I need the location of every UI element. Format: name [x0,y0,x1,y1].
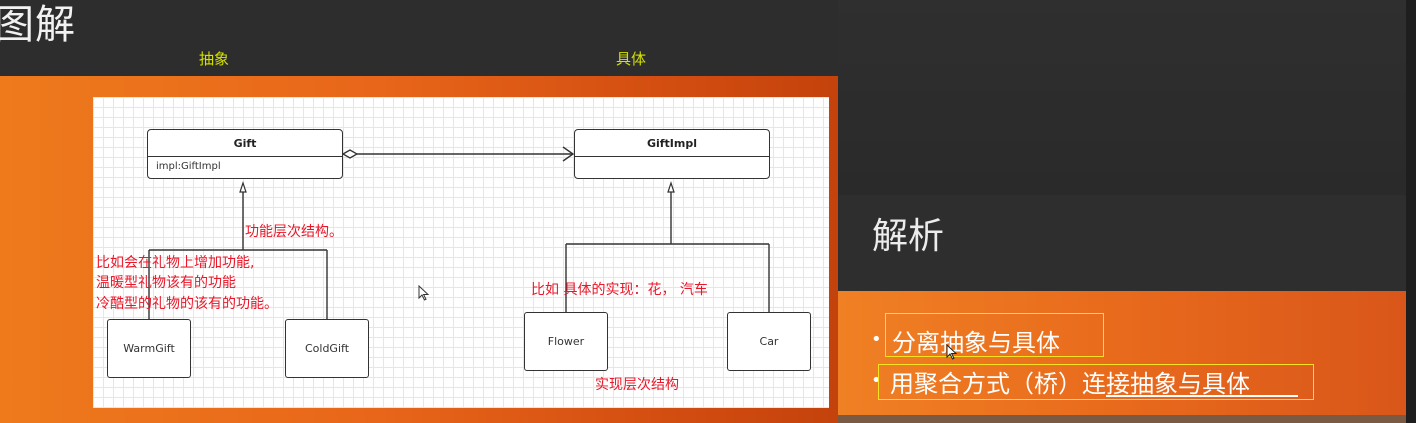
giftimpl-inheritance-triangle [667,181,675,193]
giftimpl-class: GiftImpl [574,129,770,179]
bullet-item-1: 分离抽象与具体 [892,329,1060,357]
window-edge [1406,0,1416,423]
blank-slide-area [838,0,1406,195]
example-note-line1: 比如会在礼物上增加功能, [96,255,255,271]
uml-canvas: Gift impl:GiftImpl GiftImpl WarmGift Col… [93,97,829,408]
gift-class: Gift impl:GiftImpl [147,129,343,179]
analysis-title: 解析 [872,216,945,257]
diagram-slide: 图解 抽象 具体 Gift impl:GiftImpl GiftImpl War… [0,0,838,423]
gift-inheritance-triangle [239,181,247,193]
slide-header: 图解 抽象 具体 [0,0,838,76]
car-class: Car [727,312,811,371]
concrete-label: 具体 [616,50,647,68]
bullet-dot-1: • [871,329,882,350]
example-note-line2: 温暖型礼物该有的功能 [96,275,236,291]
gift-class-attribute: impl:GiftImpl [156,161,221,172]
concrete-example-note: 比如 具体的实现：花， 汽车 [531,282,708,298]
aggregation-diamond [341,149,359,159]
flower-class: Flower [524,312,608,371]
mouse-cursor-icon-2 [946,343,958,364]
example-note-line3: 冷酷型的礼物的该有的功能。 [96,296,278,312]
functional-hierarchy-note: 功能层次结构。 [245,224,343,240]
bullet-2-underline [1106,395,1298,397]
analysis-slide: 解析 • 分离抽象与具体 • 用聚合方式（桥）连接抽象与具体 [838,195,1406,423]
coldgift-class: ColdGift [285,319,369,378]
slide-title: 图解 [0,2,76,48]
bullet-item-2: 用聚合方式（桥）连接抽象与具体 [890,370,1250,398]
abstract-label: 抽象 [199,50,230,68]
warmgift-class: WarmGift [107,319,191,378]
giftimpl-class-name: GiftImpl [575,130,769,157]
analysis-header: 解析 [838,195,1406,291]
slide-bottom-strip [838,415,1406,423]
impl-hierarchy-note: 实现层次结构 [595,377,679,393]
gift-class-name: Gift [148,130,342,157]
